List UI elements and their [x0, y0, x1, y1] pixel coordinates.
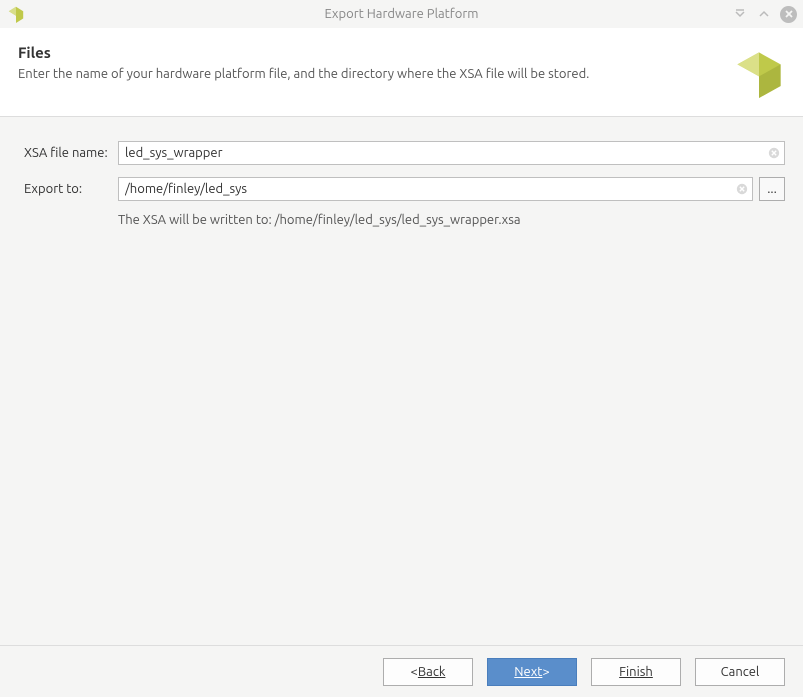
- maximize-icon[interactable]: [756, 6, 772, 22]
- back-button-label: Back: [418, 665, 446, 679]
- wizard-header: Files Enter the name of your hardware pl…: [0, 28, 803, 117]
- clear-icon[interactable]: [767, 146, 781, 160]
- xsa-filename-input-wrap: [118, 141, 785, 165]
- window-controls: [732, 6, 797, 23]
- wizard-logo-icon: [733, 48, 785, 100]
- xsa-filename-input[interactable]: [118, 141, 785, 165]
- export-to-row: Export to: ...: [24, 177, 785, 201]
- titlebar: Export Hardware Platform: [0, 0, 803, 28]
- form-area: XSA file name: Export to: ... The XSA wi…: [0, 117, 803, 227]
- xsa-filename-label: XSA file name:: [24, 146, 118, 160]
- page-title: Files: [18, 44, 589, 61]
- next-button[interactable]: Next >: [487, 658, 577, 686]
- app-icon: [6, 4, 26, 24]
- browse-button[interactable]: ...: [759, 177, 785, 201]
- window-title: Export Hardware Platform: [325, 7, 479, 21]
- minimize-icon[interactable]: [732, 6, 748, 22]
- cancel-button[interactable]: Cancel: [695, 658, 785, 686]
- wizard-header-text: Files Enter the name of your hardware pl…: [18, 44, 589, 81]
- wizard-footer: < Back Next > Finish Cancel: [0, 645, 803, 697]
- export-to-input-wrap: [118, 177, 753, 201]
- cancel-button-label: Cancel: [721, 665, 760, 679]
- output-path-hint: The XSA will be written to: /home/finley…: [118, 213, 785, 227]
- next-button-label: Next: [514, 665, 542, 679]
- finish-button-label: Finish: [619, 665, 653, 679]
- export-to-input[interactable]: [118, 177, 753, 201]
- back-button[interactable]: < Back: [383, 658, 473, 686]
- close-icon[interactable]: [780, 6, 797, 23]
- xsa-filename-row: XSA file name:: [24, 141, 785, 165]
- page-subtitle: Enter the name of your hardware platform…: [18, 67, 589, 81]
- clear-icon[interactable]: [735, 182, 749, 196]
- export-to-label: Export to:: [24, 182, 118, 196]
- finish-button[interactable]: Finish: [591, 658, 681, 686]
